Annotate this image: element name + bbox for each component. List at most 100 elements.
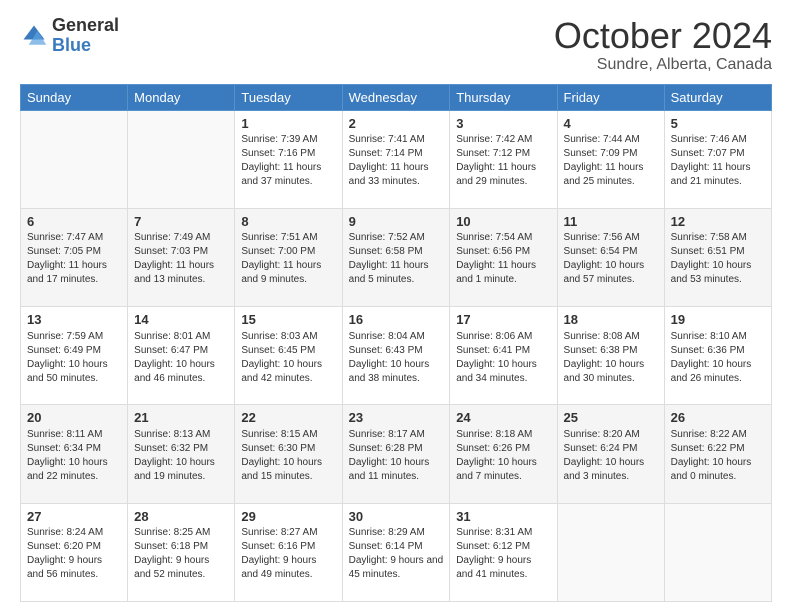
day-info: Sunrise: 7:54 AM Sunset: 6:56 PM Dayligh… [456, 231, 550, 287]
calendar-week-row: 6Sunrise: 7:47 AM Sunset: 7:05 PM Daylig… [21, 208, 772, 306]
table-row: 20Sunrise: 8:11 AM Sunset: 6:34 PM Dayli… [21, 405, 128, 503]
logo-general: General [52, 16, 119, 36]
day-info: Sunrise: 8:20 AM Sunset: 6:24 PM Dayligh… [564, 428, 658, 484]
day-number: 29 [241, 508, 335, 526]
table-row: 3Sunrise: 7:42 AM Sunset: 7:12 PM Daylig… [450, 110, 557, 208]
day-number: 23 [349, 409, 444, 427]
day-info: Sunrise: 8:24 AM Sunset: 6:20 PM Dayligh… [27, 526, 121, 582]
table-row [128, 110, 235, 208]
col-saturday: Saturday [664, 84, 771, 110]
day-number: 14 [134, 311, 228, 329]
month-title: October 2024 [554, 16, 772, 56]
day-number: 9 [349, 213, 444, 231]
day-number: 17 [456, 311, 550, 329]
day-number: 13 [27, 311, 121, 329]
table-row [21, 110, 128, 208]
table-row: 29Sunrise: 8:27 AM Sunset: 6:16 PM Dayli… [235, 503, 342, 601]
day-number: 31 [456, 508, 550, 526]
day-info: Sunrise: 8:04 AM Sunset: 6:43 PM Dayligh… [349, 330, 444, 386]
calendar-table: Sunday Monday Tuesday Wednesday Thursday… [20, 84, 772, 602]
table-row: 30Sunrise: 8:29 AM Sunset: 6:14 PM Dayli… [342, 503, 450, 601]
table-row: 19Sunrise: 8:10 AM Sunset: 6:36 PM Dayli… [664, 307, 771, 405]
title-block: October 2024 Sundre, Alberta, Canada [554, 16, 772, 74]
day-info: Sunrise: 8:25 AM Sunset: 6:18 PM Dayligh… [134, 526, 228, 582]
col-friday: Friday [557, 84, 664, 110]
day-number: 1 [241, 115, 335, 133]
day-info: Sunrise: 8:13 AM Sunset: 6:32 PM Dayligh… [134, 428, 228, 484]
day-info: Sunrise: 8:03 AM Sunset: 6:45 PM Dayligh… [241, 330, 335, 386]
table-row: 25Sunrise: 8:20 AM Sunset: 6:24 PM Dayli… [557, 405, 664, 503]
col-monday: Monday [128, 84, 235, 110]
table-row: 28Sunrise: 8:25 AM Sunset: 6:18 PM Dayli… [128, 503, 235, 601]
col-tuesday: Tuesday [235, 84, 342, 110]
day-info: Sunrise: 7:49 AM Sunset: 7:03 PM Dayligh… [134, 231, 228, 287]
day-info: Sunrise: 7:59 AM Sunset: 6:49 PM Dayligh… [27, 330, 121, 386]
table-row: 18Sunrise: 8:08 AM Sunset: 6:38 PM Dayli… [557, 307, 664, 405]
day-info: Sunrise: 8:22 AM Sunset: 6:22 PM Dayligh… [671, 428, 765, 484]
table-row: 24Sunrise: 8:18 AM Sunset: 6:26 PM Dayli… [450, 405, 557, 503]
logo-icon [20, 22, 48, 50]
day-info: Sunrise: 8:27 AM Sunset: 6:16 PM Dayligh… [241, 526, 335, 582]
day-info: Sunrise: 7:41 AM Sunset: 7:14 PM Dayligh… [349, 133, 444, 189]
table-row: 27Sunrise: 8:24 AM Sunset: 6:20 PM Dayli… [21, 503, 128, 601]
header: General Blue October 2024 Sundre, Albert… [20, 16, 772, 74]
calendar-week-row: 20Sunrise: 8:11 AM Sunset: 6:34 PM Dayli… [21, 405, 772, 503]
table-row: 16Sunrise: 8:04 AM Sunset: 6:43 PM Dayli… [342, 307, 450, 405]
day-number: 5 [671, 115, 765, 133]
table-row: 14Sunrise: 8:01 AM Sunset: 6:47 PM Dayli… [128, 307, 235, 405]
day-number: 6 [27, 213, 121, 231]
day-number: 25 [564, 409, 658, 427]
table-row: 21Sunrise: 8:13 AM Sunset: 6:32 PM Dayli… [128, 405, 235, 503]
table-row: 31Sunrise: 8:31 AM Sunset: 6:12 PM Dayli… [450, 503, 557, 601]
location-subtitle: Sundre, Alberta, Canada [554, 56, 772, 74]
day-number: 27 [27, 508, 121, 526]
day-number: 3 [456, 115, 550, 133]
day-number: 10 [456, 213, 550, 231]
day-number: 20 [27, 409, 121, 427]
table-row: 15Sunrise: 8:03 AM Sunset: 6:45 PM Dayli… [235, 307, 342, 405]
day-number: 26 [671, 409, 765, 427]
day-number: 15 [241, 311, 335, 329]
day-info: Sunrise: 7:56 AM Sunset: 6:54 PM Dayligh… [564, 231, 658, 287]
table-row: 6Sunrise: 7:47 AM Sunset: 7:05 PM Daylig… [21, 208, 128, 306]
day-number: 11 [564, 213, 658, 231]
table-row: 9Sunrise: 7:52 AM Sunset: 6:58 PM Daylig… [342, 208, 450, 306]
day-number: 24 [456, 409, 550, 427]
day-info: Sunrise: 8:15 AM Sunset: 6:30 PM Dayligh… [241, 428, 335, 484]
day-number: 8 [241, 213, 335, 231]
table-row: 17Sunrise: 8:06 AM Sunset: 6:41 PM Dayli… [450, 307, 557, 405]
table-row [557, 503, 664, 601]
table-row: 4Sunrise: 7:44 AM Sunset: 7:09 PM Daylig… [557, 110, 664, 208]
table-row: 2Sunrise: 7:41 AM Sunset: 7:14 PM Daylig… [342, 110, 450, 208]
calendar-week-row: 13Sunrise: 7:59 AM Sunset: 6:49 PM Dayli… [21, 307, 772, 405]
col-thursday: Thursday [450, 84, 557, 110]
day-number: 19 [671, 311, 765, 329]
table-row: 11Sunrise: 7:56 AM Sunset: 6:54 PM Dayli… [557, 208, 664, 306]
table-row: 22Sunrise: 8:15 AM Sunset: 6:30 PM Dayli… [235, 405, 342, 503]
table-row: 13Sunrise: 7:59 AM Sunset: 6:49 PM Dayli… [21, 307, 128, 405]
table-row: 1Sunrise: 7:39 AM Sunset: 7:16 PM Daylig… [235, 110, 342, 208]
table-row [664, 503, 771, 601]
day-number: 12 [671, 213, 765, 231]
table-row: 23Sunrise: 8:17 AM Sunset: 6:28 PM Dayli… [342, 405, 450, 503]
day-number: 22 [241, 409, 335, 427]
col-wednesday: Wednesday [342, 84, 450, 110]
day-number: 30 [349, 508, 444, 526]
day-info: Sunrise: 7:52 AM Sunset: 6:58 PM Dayligh… [349, 231, 444, 287]
day-info: Sunrise: 7:44 AM Sunset: 7:09 PM Dayligh… [564, 133, 658, 189]
logo: General Blue [20, 16, 119, 56]
day-info: Sunrise: 7:39 AM Sunset: 7:16 PM Dayligh… [241, 133, 335, 189]
table-row: 8Sunrise: 7:51 AM Sunset: 7:00 PM Daylig… [235, 208, 342, 306]
calendar-week-row: 27Sunrise: 8:24 AM Sunset: 6:20 PM Dayli… [21, 503, 772, 601]
day-info: Sunrise: 7:42 AM Sunset: 7:12 PM Dayligh… [456, 133, 550, 189]
day-info: Sunrise: 8:10 AM Sunset: 6:36 PM Dayligh… [671, 330, 765, 386]
day-info: Sunrise: 7:51 AM Sunset: 7:00 PM Dayligh… [241, 231, 335, 287]
day-number: 4 [564, 115, 658, 133]
day-info: Sunrise: 7:47 AM Sunset: 7:05 PM Dayligh… [27, 231, 121, 287]
day-number: 21 [134, 409, 228, 427]
day-number: 16 [349, 311, 444, 329]
table-row: 10Sunrise: 7:54 AM Sunset: 6:56 PM Dayli… [450, 208, 557, 306]
day-info: Sunrise: 8:29 AM Sunset: 6:14 PM Dayligh… [349, 526, 444, 582]
day-info: Sunrise: 8:11 AM Sunset: 6:34 PM Dayligh… [27, 428, 121, 484]
day-info: Sunrise: 7:58 AM Sunset: 6:51 PM Dayligh… [671, 231, 765, 287]
